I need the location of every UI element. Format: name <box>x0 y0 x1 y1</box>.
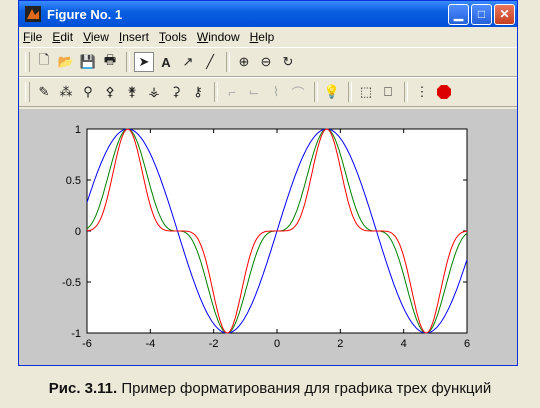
close-icon: ✕ <box>499 7 510 21</box>
zoom-out-icon[interactable]: ⊖ <box>256 52 276 72</box>
menu-help[interactable]: Help <box>250 30 275 44</box>
tool7-icon[interactable]: ⚳ <box>166 82 186 102</box>
menu-tools[interactable]: Tools <box>159 30 187 44</box>
menu-file[interactable]: File <box>23 30 42 44</box>
tool8-icon[interactable]: ⚷ <box>188 82 208 102</box>
tool4-icon[interactable]: ⚴ <box>100 82 120 102</box>
new-file-icon[interactable]: 🗋 <box>34 52 54 72</box>
toolbar-separator <box>126 52 130 72</box>
caption-text: Пример форматирования для графика трех ф… <box>117 380 492 397</box>
menu-view[interactable]: View <box>83 30 109 44</box>
maximize-icon: □ <box>477 7 486 21</box>
x-tick-label: 2 <box>337 338 343 350</box>
stop-icon[interactable] <box>434 82 454 102</box>
zoom-in-icon[interactable]: ⊕ <box>234 52 254 72</box>
line-icon[interactable]: ╱ <box>200 52 220 72</box>
toolbar-plot: ✎ ⁂ ⚲ ⚴ ⚵ ⚶ ⚳ ⚷ ⌐ ⌙ ⌇ ⌒ 💡 ⬚ ⎕ ⋮ <box>19 77 517 107</box>
arrow-icon[interactable]: ↗ <box>178 52 198 72</box>
toolbar-main: 🗋 📂 💾 🖶 ➤ A ↗ ╱ ⊕ ⊖ ↻ <box>19 47 517 77</box>
tool9-icon[interactable]: ⌐ <box>222 82 242 102</box>
x-tick-label: 6 <box>464 338 470 350</box>
tool6-icon[interactable]: ⚶ <box>144 82 164 102</box>
x-tick-label: 4 <box>401 338 407 350</box>
menu-window[interactable]: Window <box>197 30 240 44</box>
box3d-icon[interactable]: ⬚ <box>356 82 376 102</box>
x-tick-label: -6 <box>82 338 92 350</box>
edit-plot-icon[interactable]: ✎ <box>34 82 54 102</box>
tool12-icon[interactable]: ⌒ <box>288 82 308 102</box>
toolbar-separator <box>404 82 408 102</box>
tool3-icon[interactable]: ⚲ <box>78 82 98 102</box>
figure-window: Figure No. 1 ▁ □ ✕ File Edit View Insert… <box>18 0 518 366</box>
text-icon[interactable]: A <box>156 52 176 72</box>
y-tick-label: 0 <box>75 226 81 238</box>
data-points-icon[interactable]: ⁂ <box>56 82 76 102</box>
save-icon[interactable]: 💾 <box>78 52 98 72</box>
toolbar-separator <box>214 82 218 102</box>
x-tick-label: -2 <box>209 338 219 350</box>
tool11-icon[interactable]: ⌇ <box>266 82 286 102</box>
x-tick-label: -4 <box>145 338 155 350</box>
matlab-logo-icon <box>25 6 41 22</box>
menu-bar: File Edit View Insert Tools Window Help <box>19 27 517 47</box>
print-icon[interactable]: 🖶 <box>100 52 120 72</box>
minimize-icon: ▁ <box>453 7 464 21</box>
toggle-icon[interactable]: ⋮ <box>412 82 432 102</box>
line-chart: -6 -4 -2 0 2 4 6 1 0.5 0 -0.5 -1 <box>62 124 470 350</box>
window-title: Figure No. 1 <box>47 6 123 22</box>
y-tick-label: -1 <box>71 328 81 340</box>
camera-icon[interactable]: ⎕ <box>378 82 398 102</box>
figure-area: -6 -4 -2 0 2 4 6 1 0.5 0 -0.5 -1 <box>19 109 517 365</box>
y-tick-label: 1 <box>75 124 81 136</box>
menu-insert[interactable]: Insert <box>119 30 149 44</box>
toolbar-grip[interactable] <box>25 52 30 72</box>
y-tick-label: -0.5 <box>62 277 81 289</box>
menu-edit[interactable]: Edit <box>52 30 73 44</box>
caption-label: Рис. 3.11. <box>48 380 118 397</box>
open-folder-icon[interactable]: 📂 <box>56 52 76 72</box>
title-bar[interactable]: Figure No. 1 ▁ □ ✕ <box>19 1 517 27</box>
toolbar-separator <box>226 52 230 72</box>
y-tick-label: 0.5 <box>66 175 81 187</box>
tool5-icon[interactable]: ⚵ <box>122 82 142 102</box>
toolbar-grip[interactable] <box>25 82 30 102</box>
tool10-icon[interactable]: ⌙ <box>244 82 264 102</box>
close-button[interactable]: ✕ <box>494 3 515 25</box>
maximize-button[interactable]: □ <box>471 3 492 25</box>
x-tick-label: 0 <box>274 338 280 350</box>
select-arrow-icon[interactable]: ➤ <box>134 52 154 72</box>
toolbar-separator <box>314 82 318 102</box>
minimize-button[interactable]: ▁ <box>448 3 469 25</box>
lightbulb-icon[interactable]: 💡 <box>322 82 342 102</box>
figure-caption: Рис. 3.11. Пример форматирования для гра… <box>0 380 540 397</box>
rotate-icon[interactable]: ↻ <box>278 52 298 72</box>
toolbar-separator <box>348 82 352 102</box>
